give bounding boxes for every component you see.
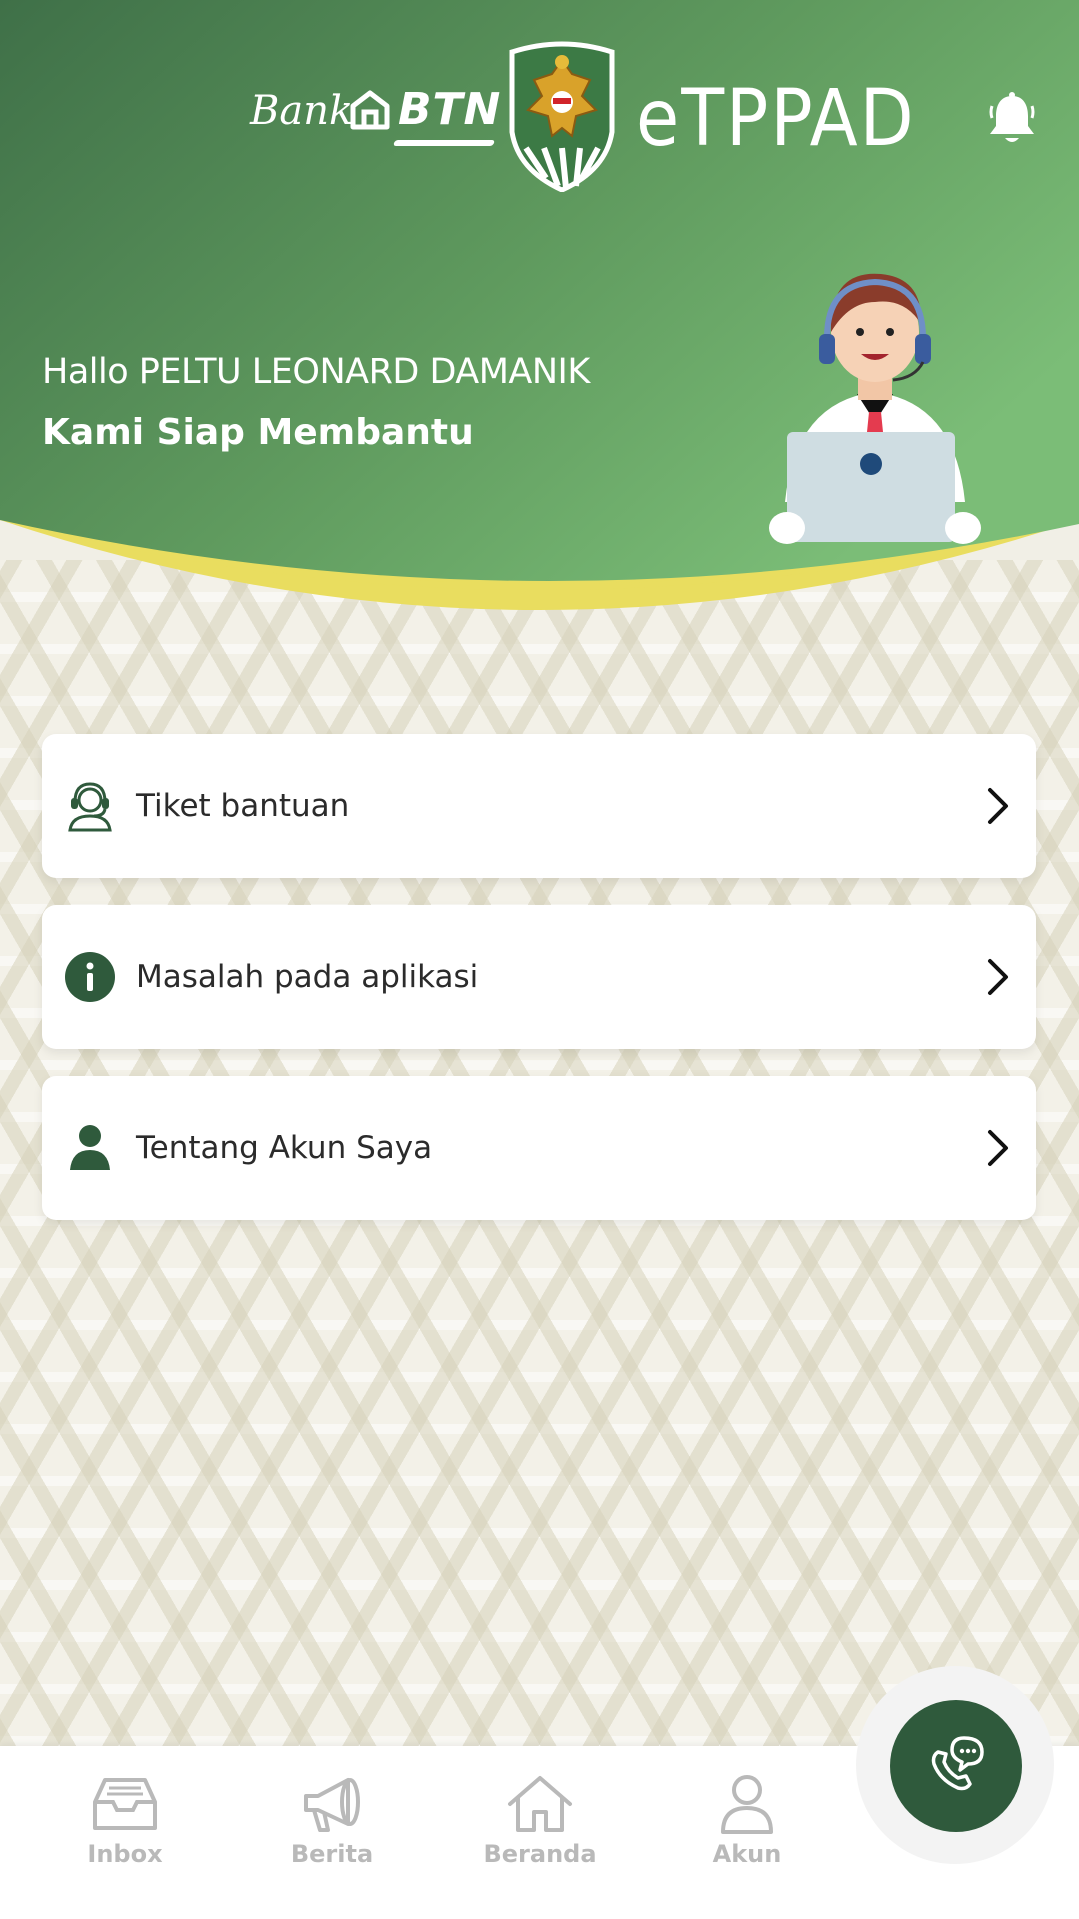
chevron-right-icon (988, 1130, 1008, 1166)
user-icon (70, 1125, 110, 1170)
nav-akun[interactable]: Akun (677, 1774, 817, 1868)
nav-label: Berita (290, 1840, 374, 1868)
support-agent-illustration (769, 273, 981, 544)
chevron-right-icon (988, 959, 1008, 995)
person-icon (721, 1775, 773, 1834)
brand-underline (392, 140, 496, 146)
nav-label: Beranda (483, 1840, 597, 1868)
headset-user-icon (68, 782, 112, 832)
nav-beranda[interactable]: Beranda (470, 1774, 610, 1868)
menu-item-tentang-akun[interactable]: Tentang Akun Saya (42, 1076, 1036, 1220)
menu-label: Tiket bantuan (136, 788, 350, 824)
bell-icon[interactable] (988, 92, 1036, 146)
chevron-right-icon (988, 788, 1008, 824)
greeting-text: Hallo PELTU LEONARD DAMANIK (42, 352, 590, 392)
nav-inbox[interactable]: Inbox (55, 1774, 195, 1868)
phone-chat-icon (931, 1736, 984, 1791)
menu-label: Tentang Akun Saya (136, 1130, 433, 1166)
app-name: eTPPAD (636, 74, 916, 164)
subgreeting-text: Kami Siap Membantu (42, 412, 474, 453)
menu-item-masalah-aplikasi[interactable]: Masalah pada aplikasi (42, 905, 1036, 1049)
megaphone-icon (304, 1778, 360, 1832)
nav-label: Inbox (87, 1840, 163, 1868)
army-emblem-icon (509, 41, 615, 192)
brand-name: BTN (398, 84, 502, 135)
inbox-icon (93, 1778, 157, 1830)
menu-item-tiket-bantuan[interactable]: Tiket bantuan (42, 734, 1036, 878)
nav-label: Akun (712, 1840, 782, 1868)
bank-word: Bank (250, 88, 354, 134)
nav-berita[interactable]: Berita (262, 1774, 402, 1868)
call-support-button[interactable] (890, 1700, 1022, 1832)
menu-label: Masalah pada aplikasi (136, 959, 479, 995)
header-banner: Bank BTN eTPPAD Hallo PELTU LEONARD DAMA… (0, 0, 1079, 640)
home-icon (508, 1776, 572, 1832)
info-icon (65, 952, 115, 1002)
btn-house-icon (350, 90, 390, 130)
